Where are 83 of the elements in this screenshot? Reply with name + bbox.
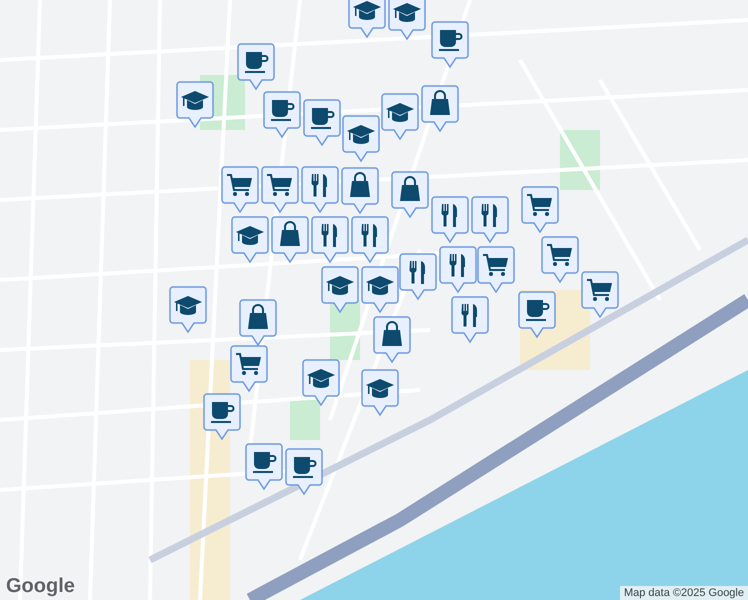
fork-knife-icon xyxy=(482,204,497,227)
shopping-cart-icon xyxy=(227,174,252,196)
graduation-cap-icon xyxy=(366,379,394,398)
graduation-cap-icon xyxy=(347,125,375,144)
map-pin[interactable] xyxy=(245,443,283,491)
graduation-cap-icon xyxy=(326,276,354,295)
map-pin[interactable] xyxy=(341,167,379,215)
map-pin[interactable] xyxy=(231,216,269,264)
map-pin[interactable] xyxy=(237,43,275,91)
map-pin[interactable] xyxy=(230,345,268,393)
shopping-cart-icon xyxy=(483,254,508,276)
map-pin[interactable] xyxy=(421,85,459,133)
map-pin[interactable] xyxy=(351,216,389,264)
map-pin[interactable] xyxy=(203,393,241,441)
map-pin[interactable] xyxy=(361,369,399,417)
shopping-bag-icon xyxy=(382,321,402,346)
shopping-bag-icon xyxy=(280,221,300,246)
shopping-bag-icon xyxy=(248,304,268,329)
map-pin[interactable] xyxy=(477,246,515,294)
map-pin[interactable] xyxy=(451,296,489,344)
map-pin[interactable] xyxy=(261,166,299,214)
coffee-cup-icon xyxy=(211,402,234,423)
coffee-cup-icon xyxy=(526,300,550,321)
map-pin[interactable] xyxy=(381,93,419,141)
graduation-cap-icon xyxy=(386,103,414,122)
coffee-cup-icon xyxy=(293,457,316,478)
map-pin[interactable] xyxy=(431,196,469,244)
map-pin[interactable] xyxy=(521,186,559,234)
graduation-cap-icon xyxy=(174,296,202,315)
map-pin[interactable] xyxy=(285,448,323,496)
graduation-cap-icon xyxy=(181,91,209,110)
graduation-cap-icon xyxy=(393,3,421,22)
shopping-cart-icon xyxy=(587,279,612,301)
map-pin[interactable] xyxy=(342,115,380,163)
fork-knife-icon xyxy=(450,254,465,277)
coffee-cup-icon xyxy=(253,452,276,473)
map-pin[interactable] xyxy=(391,171,429,219)
map-pin[interactable] xyxy=(169,286,207,334)
fork-knife-icon xyxy=(362,224,377,247)
map-pin[interactable] xyxy=(541,236,579,284)
fork-knife-icon xyxy=(462,304,477,327)
map-pin[interactable] xyxy=(311,216,349,264)
fork-knife-icon xyxy=(442,204,457,227)
fork-knife-icon xyxy=(312,174,327,197)
park-area xyxy=(290,400,320,440)
map-pin[interactable] xyxy=(348,0,386,39)
graduation-cap-icon xyxy=(353,1,381,20)
shopping-bag-icon xyxy=(400,176,420,201)
fork-knife-icon xyxy=(322,224,337,247)
coffee-cup-icon xyxy=(439,30,462,51)
shopping-bag-icon xyxy=(350,172,370,197)
map-pin[interactable] xyxy=(303,99,341,147)
shopping-cart-icon xyxy=(236,353,261,375)
map-pin[interactable] xyxy=(302,359,340,407)
map-pin[interactable] xyxy=(361,266,399,314)
map-pin[interactable] xyxy=(581,271,619,319)
shopping-bag-icon xyxy=(430,90,450,115)
map-pin[interactable] xyxy=(373,316,411,364)
map-pin[interactable] xyxy=(471,196,509,244)
map-pin[interactable] xyxy=(263,91,301,139)
graduation-cap-icon xyxy=(307,369,335,388)
map-pin[interactable] xyxy=(439,246,477,294)
coffee-cup-icon xyxy=(311,108,334,129)
graduation-cap-icon xyxy=(366,276,394,295)
map-pin[interactable] xyxy=(321,266,359,314)
graduation-cap-icon xyxy=(236,226,264,245)
map-pin[interactable] xyxy=(399,253,437,301)
shopping-cart-icon xyxy=(547,244,572,266)
map-pin[interactable] xyxy=(301,166,339,214)
map-pin[interactable] xyxy=(431,21,469,69)
coffee-cup-icon xyxy=(245,52,268,73)
map-pin[interactable] xyxy=(221,166,259,214)
shopping-cart-icon xyxy=(267,174,292,196)
map-pin[interactable] xyxy=(271,216,309,264)
coffee-cup-icon xyxy=(271,100,294,121)
map-attribution[interactable]: Map data ©2025 Google xyxy=(620,586,748,600)
fork-knife-icon xyxy=(410,261,425,284)
map-logo: Google xyxy=(6,575,75,598)
map-pin[interactable] xyxy=(518,291,556,339)
map-pin[interactable] xyxy=(176,81,214,129)
map-pin[interactable] xyxy=(388,0,426,41)
shopping-cart-icon xyxy=(527,194,552,216)
map-pin[interactable] xyxy=(239,299,277,347)
